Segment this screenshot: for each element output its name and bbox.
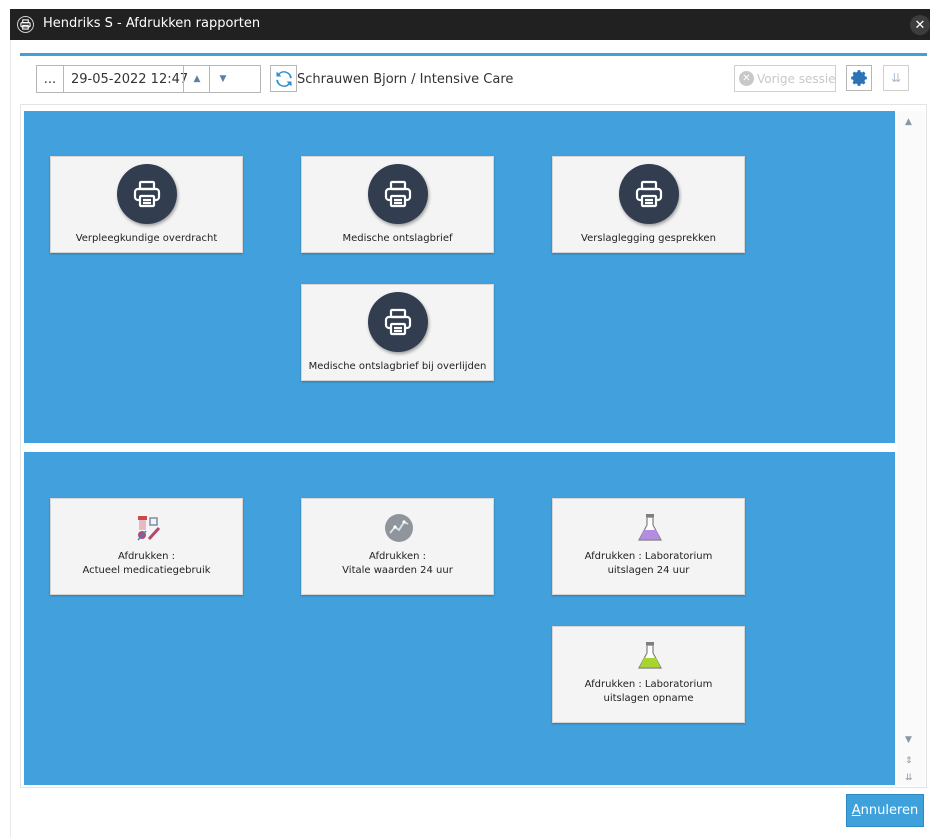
toolbar: ... 29-05-2022 12:47 ▲ ▼ Schrauwen Bjorn… [20, 56, 927, 102]
datetime-picker[interactable]: ... 29-05-2022 12:47 ▲ ▼ [36, 65, 261, 93]
report-section-print: Verpleegkundige overdracht Medische onts… [24, 111, 895, 443]
scroll-down-icon[interactable]: ▼ [905, 735, 912, 745]
collapse-button[interactable]: ⇊ [883, 65, 909, 91]
step-up-button[interactable]: ▲ [183, 66, 210, 92]
gear-icon [851, 70, 867, 86]
close-button[interactable]: ✕ [910, 15, 930, 35]
window-title: Hendriks S - Afdrukken rapporten [43, 16, 261, 31]
printer-icon [117, 164, 177, 224]
printer-icon [619, 164, 679, 224]
report-section-data: Afdrukken : Actueel medicatiegebruik Afd… [24, 452, 895, 785]
report-tile[interactable]: Afdrukken : Laboratorium uitslagen opnam… [552, 626, 745, 723]
printer-icon [368, 164, 428, 224]
report-tile-label: Afdrukken : Laboratorium uitslagen opnam… [584, 679, 713, 704]
patient-name: Schrauwen Bjorn / Intensive Care [297, 72, 514, 87]
triangle-up-icon: ▲ [193, 74, 201, 84]
report-tile[interactable]: Medische ontslagbrief bij overlijden [301, 284, 494, 381]
refresh-icon [275, 70, 292, 87]
vitals-chart-icon [385, 514, 413, 542]
datetime-value[interactable]: 29-05-2022 12:47 [71, 72, 188, 87]
printer-icon [17, 16, 34, 33]
previous-session-button[interactable]: ✕ Vorige sessie [734, 65, 836, 92]
report-tile-label: Medische ontslagbrief bij overlijden [308, 361, 487, 372]
scroll-up-icon[interactable]: ▲ [905, 117, 912, 127]
settings-button[interactable] [846, 65, 872, 91]
printer-icon [368, 292, 428, 352]
cancel-accesskey: A [851, 803, 861, 818]
report-tile-label: Verpleegkundige overdracht [75, 233, 218, 244]
flask-green-icon [638, 642, 662, 669]
window-left-edge [0, 9, 11, 837]
report-tile[interactable]: Medische ontslagbrief [301, 156, 494, 253]
vertical-scrollbar[interactable]: ▲ ▼ ⇕ ⇊ [897, 111, 925, 786]
scroll-page-icon[interactable]: ⇕ [905, 756, 913, 766]
previous-session-label: Vorige sessie [757, 71, 836, 86]
double-chevron-down-icon: ⇊ [890, 71, 902, 85]
report-tile-label: Medische ontslagbrief [342, 233, 453, 244]
cancel-label: nnuleren [860, 803, 919, 818]
more-button[interactable]: ... [37, 66, 64, 92]
report-tile[interactable]: Afdrukken : Vitale waarden 24 uur [301, 498, 494, 595]
triangle-down-icon: ▼ [219, 74, 227, 84]
close-circle-icon: ✕ [739, 71, 754, 86]
report-tile-label: Verslaglegging gesprekken [581, 233, 716, 244]
report-tile[interactable]: Verpleegkundige overdracht [50, 156, 243, 253]
refresh-button[interactable] [270, 65, 297, 92]
report-tile-label: Afdrukken : Laboratorium uitslagen 24 uu… [584, 551, 713, 576]
report-tile[interactable]: Afdrukken : Actueel medicatiegebruik [50, 498, 243, 595]
report-tile-label: Afdrukken : Actueel medicatiegebruik [82, 551, 211, 576]
scroll-end-icon[interactable]: ⇊ [905, 773, 913, 783]
step-down-button[interactable]: ▼ [209, 66, 236, 92]
cancel-button[interactable]: Annuleren [846, 794, 924, 827]
report-tile[interactable]: Afdrukken : Laboratorium uitslagen 24 uu… [552, 498, 745, 595]
report-tile[interactable]: Verslaglegging gesprekken [552, 156, 745, 253]
flask-purple-icon [638, 514, 662, 541]
medication-icon [137, 516, 161, 541]
title-bar: Hendriks S - Afdrukken rapporten ✕ [10, 9, 930, 40]
report-tile-label: Afdrukken : Vitale waarden 24 uur [342, 551, 453, 576]
